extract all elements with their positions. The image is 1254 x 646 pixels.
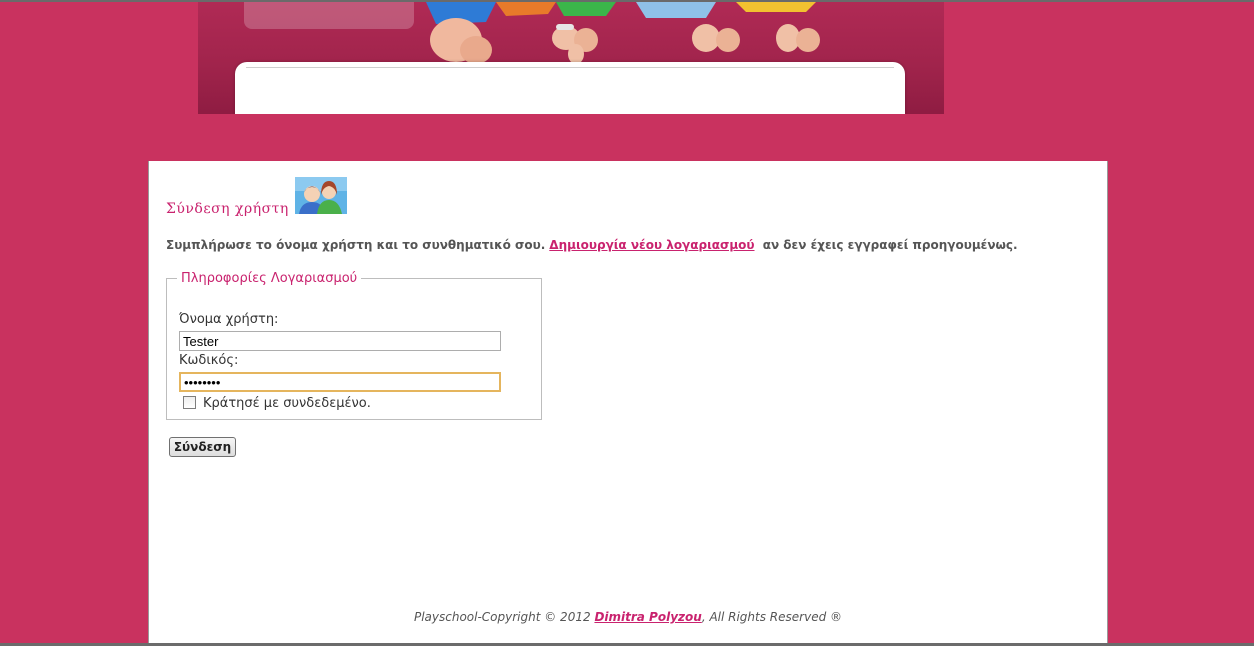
username-label: Όνομα χρήστη: [179, 312, 279, 327]
password-label: Κωδικός: [179, 353, 239, 368]
username-input[interactable] [179, 331, 501, 351]
banner-tab [244, 2, 414, 29]
password-input[interactable] [179, 372, 501, 392]
kids-hands-image [426, 2, 820, 64]
header-banner [198, 2, 944, 114]
banner-panel [235, 62, 905, 114]
instructions-text-end: αν δεν έχεις εγγραφεί προηγουμένως. [762, 238, 1018, 252]
login-button[interactable]: Σύνδεση [169, 437, 236, 457]
footer-rights: , All Rights Reserved ® [701, 610, 843, 624]
main-content: Σύνδεση χρήστη Συμπλήρωσε το όνομα χρήστ… [148, 161, 1108, 646]
footer: Playschool-Copyright © 2012 Dimitra Poly… [149, 610, 1107, 624]
account-info-legend: Πληροφορίες Λογαριασμού [181, 271, 358, 286]
account-info-fieldset: Πληροφορίες Λογαριασμού Όνομα χρήστη: Κω… [166, 271, 542, 420]
author-link[interactable]: Dimitra Polyzou [594, 610, 701, 624]
users-icon [295, 177, 347, 214]
create-account-link[interactable]: Δημιουργία νέου λογαριασμού [549, 238, 754, 252]
instructions-text-start: Συμπλήρωσε το όνομα χρήστη και το συνθημ… [166, 238, 546, 252]
remember-me-checkbox[interactable] [183, 396, 196, 409]
login-instructions: Συμπλήρωσε το όνομα χρήστη και το συνθημ… [166, 238, 1018, 252]
page-title: Σύνδεση χρήστη [166, 201, 289, 217]
banner-panel-line [246, 67, 894, 68]
footer-copyright: Playschool-Copyright © 2012 [413, 610, 591, 624]
remember-me-label: Κράτησέ με συνδεδεμένο. [203, 396, 371, 411]
